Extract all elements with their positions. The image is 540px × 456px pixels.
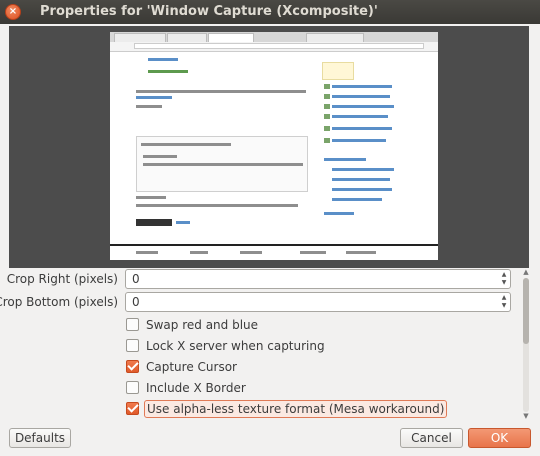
crop-bottom-value[interactable]: 0 bbox=[132, 295, 140, 309]
page-line bbox=[148, 58, 178, 61]
page-line bbox=[190, 251, 208, 254]
page-line bbox=[143, 163, 303, 166]
checkmark-icon bbox=[127, 401, 139, 413]
include-x-border-checkbox[interactable] bbox=[126, 381, 139, 394]
sidebar-thumb bbox=[324, 104, 330, 109]
title-bar: × Properties for 'Window Capture (Xcompo… bbox=[0, 0, 540, 24]
browser-tab bbox=[208, 33, 254, 42]
properties-scrollbar[interactable]: ▲ ▼ bbox=[520, 266, 532, 424]
page-line bbox=[136, 96, 172, 99]
browser-toolbar bbox=[110, 42, 438, 52]
page-line bbox=[332, 139, 386, 142]
alpha-less-label[interactable]: Use alpha-less texture format (Mesa work… bbox=[144, 400, 448, 418]
url-bar bbox=[134, 43, 424, 49]
page-line bbox=[332, 178, 390, 181]
window-title: Properties for 'Window Capture (Xcomposi… bbox=[40, 4, 378, 19]
page-line bbox=[332, 188, 392, 191]
scroll-up-icon[interactable]: ▲ bbox=[522, 268, 530, 276]
page-line bbox=[136, 204, 298, 207]
page-line bbox=[332, 115, 388, 118]
page-line bbox=[324, 212, 354, 215]
page-line bbox=[176, 221, 190, 224]
sidebar-thumb bbox=[324, 114, 330, 119]
spin-arrows-icon[interactable]: ▲ ▼ bbox=[500, 271, 508, 287]
page-line bbox=[240, 251, 262, 254]
answer-editor bbox=[136, 136, 308, 192]
preview-area bbox=[9, 26, 529, 268]
page-line bbox=[332, 127, 392, 130]
page-line bbox=[332, 168, 394, 171]
crop-bottom-spinbox[interactable]: 0 ▲ ▼ bbox=[125, 292, 511, 312]
scroll-down-icon[interactable]: ▼ bbox=[522, 412, 530, 420]
sidebar-thumb bbox=[324, 126, 330, 131]
close-icon[interactable]: × bbox=[5, 4, 21, 20]
browser-tab bbox=[306, 33, 364, 42]
browser-tab-strip bbox=[110, 32, 438, 42]
checkmark-icon bbox=[127, 359, 139, 371]
crop-right-row: Crop Right (pixels) 0 ▲ ▼ bbox=[0, 269, 540, 291]
page-footer bbox=[110, 244, 438, 260]
swap-red-blue-label[interactable]: Swap red and blue bbox=[144, 317, 260, 333]
crop-right-label: Crop Right (pixels) bbox=[6, 272, 118, 286]
page-line bbox=[332, 198, 382, 201]
sidebar-thumb bbox=[324, 138, 330, 143]
page-line bbox=[136, 90, 306, 93]
scroll-thumb[interactable] bbox=[523, 278, 529, 344]
lock-x-server-checkbox[interactable] bbox=[126, 339, 139, 352]
page-line bbox=[300, 251, 326, 254]
browser-tab bbox=[167, 33, 207, 42]
crop-bottom-row: Crop Bottom (pixels) 0 ▲ ▼ bbox=[0, 292, 540, 314]
page-line bbox=[136, 251, 158, 254]
page-line bbox=[136, 105, 162, 108]
spin-arrows-icon[interactable]: ▲ ▼ bbox=[500, 294, 508, 310]
capture-cursor-checkbox[interactable] bbox=[126, 359, 139, 373]
page-line bbox=[332, 105, 394, 108]
page-line bbox=[136, 196, 166, 199]
ok-button[interactable]: OK bbox=[468, 428, 531, 448]
crop-right-value[interactable]: 0 bbox=[132, 272, 140, 286]
alpha-less-checkbox[interactable] bbox=[126, 401, 139, 415]
sidebar-thumb bbox=[324, 94, 330, 99]
page-line bbox=[332, 95, 390, 98]
browser-tab bbox=[114, 33, 166, 42]
include-x-border-label[interactable]: Include X Border bbox=[144, 380, 248, 396]
sidebar-box bbox=[322, 62, 354, 80]
sidebar-thumb bbox=[324, 84, 330, 89]
capture-preview bbox=[110, 32, 438, 260]
cancel-button[interactable]: Cancel bbox=[400, 428, 463, 448]
lock-x-server-label[interactable]: Lock X server when capturing bbox=[144, 338, 327, 354]
crop-right-spinbox[interactable]: 0 ▲ ▼ bbox=[125, 269, 511, 289]
page-line bbox=[332, 85, 392, 88]
defaults-button[interactable]: Defaults bbox=[9, 428, 71, 448]
swap-red-blue-checkbox[interactable] bbox=[126, 318, 139, 331]
editor-toolbar bbox=[141, 143, 231, 146]
page-line bbox=[148, 70, 188, 73]
capture-cursor-label[interactable]: Capture Cursor bbox=[144, 359, 239, 375]
crop-bottom-label: Crop Bottom (pixels) bbox=[0, 295, 118, 309]
page-line bbox=[143, 155, 177, 158]
page-line bbox=[324, 158, 366, 161]
post-answer-button bbox=[136, 219, 172, 226]
page-line bbox=[346, 251, 376, 254]
